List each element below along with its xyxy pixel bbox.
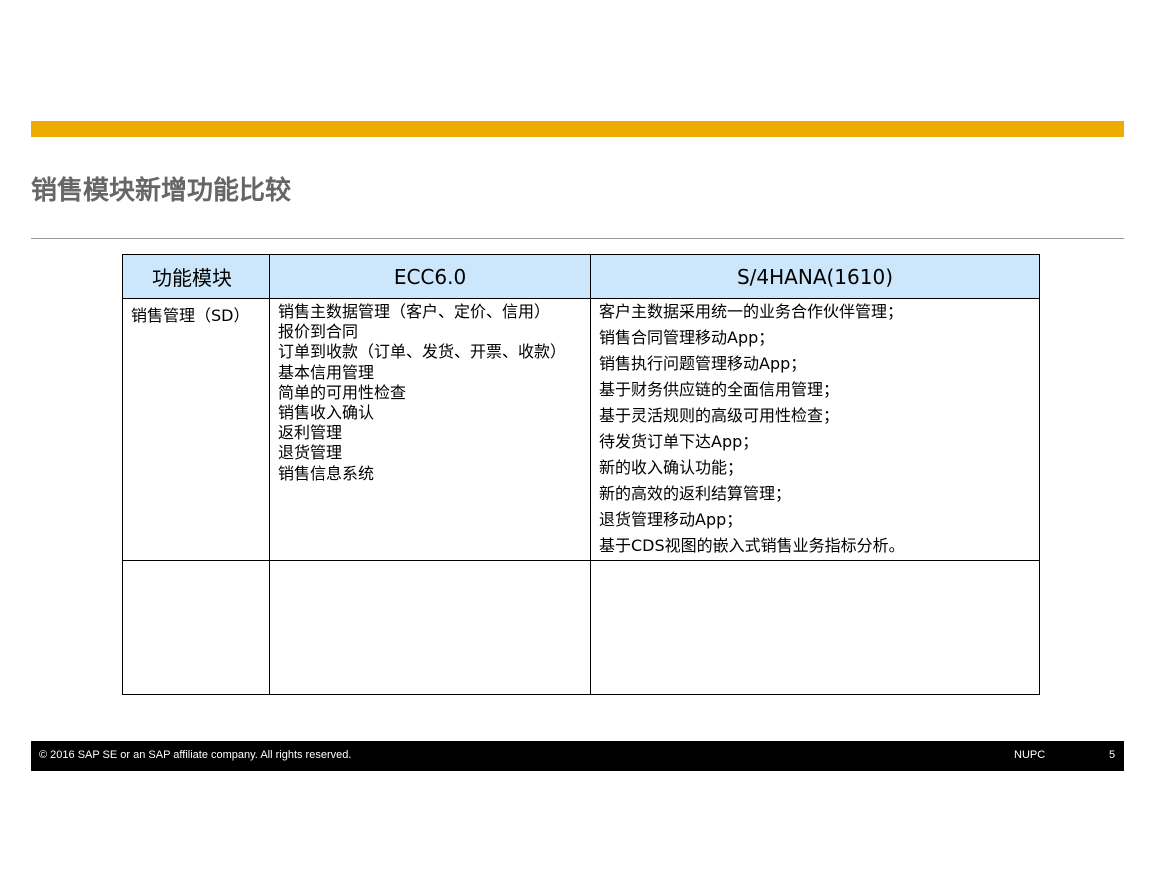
table-header-row: 功能模块 ECC6.0 S/4HANA(1610)	[122, 254, 1040, 299]
footer-bar: © 2016 SAP SE or an SAP affiliate compan…	[31, 741, 1124, 771]
s4hana-feature-item: 销售合同管理移动App；	[599, 328, 775, 347]
accent-bar	[31, 121, 1124, 137]
empty-cell	[122, 560, 270, 695]
ecc-feature-item: 基本信用管理	[278, 362, 375, 382]
ecc-feature-cell: 销售主数据管理（客户、定价、信用） 报价到合同 订单到收款（订单、发货、开票、收…	[269, 298, 591, 561]
ecc-feature-item: 销售收入确认	[278, 403, 375, 423]
s4hana-feature-item: 待发货订单下达App；	[599, 432, 759, 451]
ecc-feature-item: 返利管理	[278, 423, 343, 443]
ecc-feature-item: 销售主数据管理（客户、定价、信用）	[278, 302, 551, 321]
ecc-feature-item: 简单的可用性检查	[278, 382, 407, 402]
comparison-table: 功能模块 ECC6.0 S/4HANA(1610) 销售管理（SD） 销售主数据…	[122, 254, 1040, 695]
title-divider	[31, 238, 1124, 239]
s4hana-feature-item: 基于CDS视图的嵌入式销售业务指标分析。	[599, 536, 905, 555]
s4hana-feature-item: 销售执行问题管理移动App；	[599, 354, 807, 373]
s4hana-feature-item: 基于灵活规则的高级可用性检查；	[599, 406, 840, 425]
header-module: 功能模块	[122, 254, 270, 299]
s4hana-feature-item: 客户主数据采用统一的业务合作伙伴管理；	[599, 302, 904, 321]
page-number: 5	[1109, 749, 1116, 761]
ecc-feature-item: 销售信息系统	[278, 463, 375, 483]
table-row-empty	[122, 560, 1040, 695]
s4hana-feature-cell: 客户主数据采用统一的业务合作伙伴管理； 销售合同管理移动App； 销售执行问题管…	[590, 298, 1040, 561]
ecc-feature-item: 报价到合同	[278, 322, 359, 342]
slide-title: 销售模块新增功能比较	[31, 176, 292, 206]
s4hana-feature-item: 新的收入确认功能；	[599, 458, 744, 477]
s4hana-feature-item: 退货管理移动App；	[599, 510, 743, 529]
empty-cell	[590, 560, 1040, 695]
ecc-feature-item: 订单到收款（订单、发货、开票、收款）	[278, 342, 567, 362]
footer-org-label: NUPC	[1014, 749, 1046, 761]
ecc-feature-item: 退货管理	[278, 443, 343, 463]
copyright-text: © 2016 SAP SE or an SAP affiliate compan…	[39, 749, 352, 761]
header-s4hana: S/4HANA(1610)	[590, 254, 1040, 299]
module-cell: 销售管理（SD）	[122, 298, 270, 561]
empty-cell	[269, 560, 591, 695]
s4hana-feature-item: 基于财务供应链的全面信用管理；	[599, 380, 840, 399]
s4hana-feature-item: 新的高效的返利结算管理；	[599, 484, 792, 503]
table-row: 销售管理（SD） 销售主数据管理（客户、定价、信用） 报价到合同 订单到收款（订…	[122, 298, 1040, 561]
header-ecc: ECC6.0	[269, 254, 591, 299]
